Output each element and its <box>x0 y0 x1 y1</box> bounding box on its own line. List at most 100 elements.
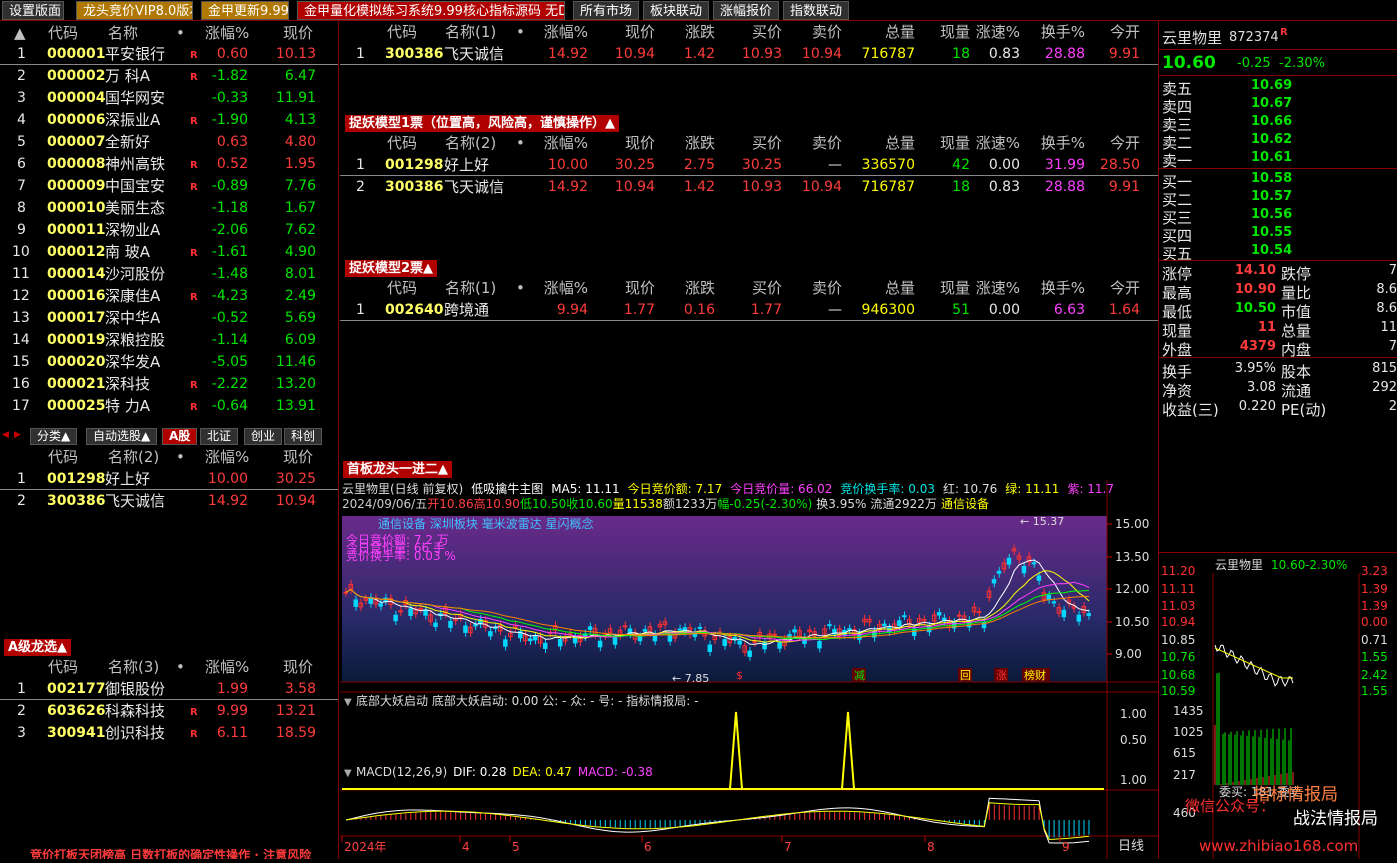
header-price[interactable]: 现价 <box>283 446 313 468</box>
table-row[interactable]: 8 000010 美丽生态 -1.18 1.67 <box>0 197 338 219</box>
header-col[interactable]: 涨幅% <box>536 277 588 299</box>
tab-a-share[interactable]: A股 <box>162 428 198 445</box>
scroll-left-icon[interactable]: ◀ <box>2 430 9 440</box>
header-code[interactable]: 代码 <box>48 22 78 44</box>
table-row[interactable]: 15 000020 深华发A -5.05 11.46 <box>0 351 338 373</box>
header-col[interactable]: 现量 <box>925 277 970 299</box>
tab-auto-select[interactable]: 自动选股▲ <box>86 428 158 445</box>
model1-title[interactable]: 捉妖模型1票（位置高，风险高，谨慎操作）▲ <box>345 115 620 132</box>
header-change[interactable]: 涨幅% <box>205 446 249 468</box>
header-col[interactable]: 涨跌 <box>670 21 715 43</box>
table-row[interactable]: 1 002177 御银股份 1.99 3.58 <box>0 678 338 700</box>
table-row[interactable]: 4 000006 深振业A R -1.90 4.13 <box>0 109 338 131</box>
header-name[interactable]: 名称(2) <box>108 446 159 468</box>
bid-price[interactable]: 10.55 <box>1251 225 1292 240</box>
intraday-chart[interactable]: 云里物里 10.60 -2.30% 11.20 3.23 11.11 1.39 11.0… <box>1159 553 1397 859</box>
table-row[interactable]: 17 000025 特 力A R -0.64 13.91 <box>0 395 338 417</box>
header-col[interactable]: 买价 <box>730 277 782 299</box>
header-col[interactable]: 换手% <box>1025 132 1085 154</box>
header-col[interactable]: 涨幅% <box>536 21 588 43</box>
ask-price[interactable]: 10.69 <box>1251 78 1292 93</box>
header-col[interactable]: 代码 <box>387 21 417 43</box>
header-col[interactable]: 买价 <box>730 21 782 43</box>
header-price[interactable]: 现价 <box>283 22 313 44</box>
header-col[interactable]: 名称(2) <box>445 132 496 154</box>
header-col[interactable]: • <box>516 132 525 154</box>
table-row[interactable]: 3 300941 创识科技 R 6.11 18.59 <box>0 722 338 744</box>
header-col[interactable]: 今开 <box>1085 21 1140 43</box>
header-col[interactable]: 卖价 <box>790 277 842 299</box>
header-col[interactable]: 换手% <box>1025 277 1085 299</box>
header-col[interactable]: 现量 <box>925 21 970 43</box>
table-row[interactable]: 10 000012 南 玻A R -1.61 4.90 <box>0 241 338 263</box>
ask-price[interactable]: 10.66 <box>1251 114 1292 129</box>
model2-title[interactable]: 捉妖模型2票▲ <box>345 260 438 277</box>
header-name[interactable]: 名称(3) <box>108 656 159 678</box>
table-row[interactable]: 6 000008 神州高铁 R 0.52 1.95 <box>0 153 338 175</box>
ask-price[interactable]: 10.61 <box>1251 150 1292 165</box>
bid-price[interactable]: 10.57 <box>1251 189 1292 204</box>
table-row[interactable]: 11 000014 沙河股份 -1.48 8.01 <box>0 263 338 285</box>
table-row[interactable]: 1 000001 平安银行 R 0.60 10.13 <box>0 43 338 65</box>
table-row[interactable]: 14 000019 深粮控股 -1.14 6.09 <box>0 329 338 351</box>
header-col[interactable]: 现价 <box>610 277 655 299</box>
chart-section-title[interactable]: 首板龙头一进二▲ <box>343 461 452 478</box>
table-row[interactable]: 1 001298 好上好 10.00 30.25 2.75 30.25 — 336570 42 0.… <box>340 154 1158 176</box>
tab-chinext[interactable]: 创业 <box>244 428 283 445</box>
table-row[interactable]: 2 603626 科森科技 R 9.99 13.21 <box>0 700 338 722</box>
header-col[interactable]: 卖价 <box>790 21 842 43</box>
table-row[interactable]: 5 000007 全新好 0.63 4.80 <box>0 131 338 153</box>
tab-category[interactable]: 分类▲ <box>30 428 78 445</box>
header-name[interactable]: 名称 <box>108 22 138 44</box>
header-col[interactable]: 总量 <box>860 21 915 43</box>
header-col[interactable]: 今开 <box>1085 277 1140 299</box>
table-row[interactable]: 1 002640 跨境通 9.94 1.77 0.16 1.77 — 946300 51 0.00 6… <box>340 299 1158 321</box>
ask-price[interactable]: 10.62 <box>1251 132 1292 147</box>
sub2-collapse-icon[interactable]: ▼ <box>344 768 352 779</box>
header-col[interactable]: 总量 <box>860 277 915 299</box>
header-col[interactable]: • <box>516 21 525 43</box>
header-code[interactable]: 代码 <box>48 446 78 468</box>
header-code[interactable]: 代码 <box>48 656 78 678</box>
header-col[interactable]: 卖价 <box>790 132 842 154</box>
header-col[interactable]: 现价 <box>610 21 655 43</box>
sub1-collapse-icon[interactable]: ▼ <box>344 697 352 708</box>
header-col[interactable]: 涨速% <box>970 132 1020 154</box>
header-col[interactable]: • <box>516 277 525 299</box>
bid-price[interactable]: 10.58 <box>1251 171 1292 186</box>
header-col[interactable]: 涨跌 <box>670 277 715 299</box>
scroll-right-icon[interactable]: ▶ <box>14 430 21 440</box>
a-level-title[interactable]: A级龙选▲ <box>4 639 72 656</box>
header-col[interactable]: 代码 <box>387 277 417 299</box>
kline-chart[interactable]: 云里物里(日线 前复权) 低吸擒牛主图 MA5: 11.11 今日竞价额: 7.17 今… <box>340 480 1158 859</box>
tab-all-markets[interactable]: 所有市场 <box>573 1 639 20</box>
table-row[interactable]: 9 000011 深物业A -2.06 7.62 <box>0 219 338 241</box>
header-col[interactable]: 名称(1) <box>445 277 496 299</box>
header-col[interactable]: 涨速% <box>970 277 1020 299</box>
tab-bse[interactable]: 北证 <box>200 428 239 445</box>
header-change[interactable]: 涨幅% <box>205 22 249 44</box>
header-col[interactable]: 买价 <box>730 132 782 154</box>
table-row[interactable]: 2 300386 飞天诚信 14.92 10.94 <box>0 490 338 512</box>
tab-index-link[interactable]: 指数联动 <box>783 1 849 20</box>
table-row[interactable]: 7 000009 中国宝安 R -0.89 7.76 <box>0 175 338 197</box>
table-row[interactable]: 13 000017 深中华A -0.52 5.69 <box>0 307 338 329</box>
header-col[interactable]: 涨跌 <box>670 132 715 154</box>
header-change[interactable]: 涨幅% <box>205 656 249 678</box>
bid-price[interactable]: 10.56 <box>1251 207 1292 222</box>
header-col[interactable]: 代码 <box>387 132 417 154</box>
header-col[interactable]: 总量 <box>860 132 915 154</box>
table-row[interactable]: 3 000004 国华网安 -0.33 11.91 <box>0 87 338 109</box>
header-col[interactable]: 涨幅% <box>536 132 588 154</box>
tab-auction-vip[interactable]: 龙头竞价VIP8.0版本 <box>76 1 193 20</box>
tab-settings[interactable]: 设置版面 <box>2 1 64 20</box>
header-col[interactable]: 涨速% <box>970 21 1020 43</box>
table-row[interactable]: 1 300386 飞天诚信 14.92 10.94 1.42 10.93 10.94 71678… <box>340 43 1158 65</box>
bid-price[interactable]: 10.54 <box>1251 243 1292 258</box>
tab-update[interactable]: 金甲更新9.99 <box>201 1 289 20</box>
tab-sector-link[interactable]: 板块联动 <box>643 1 709 20</box>
table-row[interactable]: 2 000002 万 科A R -1.82 6.47 <box>0 65 338 87</box>
table-row[interactable]: 12 000016 深康佳A R -4.23 2.49 <box>0 285 338 307</box>
ask-price[interactable]: 10.67 <box>1251 96 1292 111</box>
header-col[interactable]: 现价 <box>610 132 655 154</box>
